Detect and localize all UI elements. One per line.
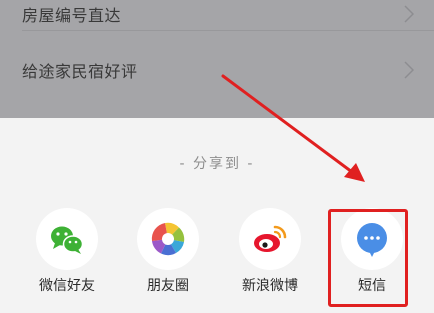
dimmed-list-background: 房屋编号直达 给途家民宿好评 <box>0 0 434 118</box>
chevron-right-icon <box>404 5 414 23</box>
share-title: - 分享到 - <box>179 156 255 172</box>
list-item-house-number[interactable]: 房屋编号直达 <box>0 0 434 40</box>
wechat-icon <box>36 208 98 270</box>
share-weibo-button[interactable]: 新浪微博 <box>225 207 315 299</box>
list-item-review[interactable]: 给途家民宿好评 <box>0 44 434 96</box>
share-target-label: 微信好友 <box>39 278 95 294</box>
sms-icon <box>341 208 403 270</box>
share-moments-button[interactable]: 朋友圈 <box>123 207 213 299</box>
share-target-label: 短信 <box>358 278 386 294</box>
screen: 房屋编号直达 给途家民宿好评 - 分享到 - 微信好友 朋友圈 新浪微博 短信 <box>0 0 434 313</box>
weibo-icon <box>239 208 301 270</box>
share-target-label: 新浪微博 <box>242 278 298 294</box>
share-target-label: 朋友圈 <box>147 278 189 294</box>
chevron-right-icon <box>404 61 414 79</box>
moments-icon <box>137 208 199 270</box>
list-item-label: 给途家民宿好评 <box>22 62 138 81</box>
share-sms-button[interactable]: 短信 <box>327 207 417 299</box>
share-sheet: - 分享到 - 微信好友 朋友圈 新浪微博 短信 <box>0 118 434 313</box>
list-item-label: 房屋编号直达 <box>22 6 122 25</box>
share-wechat-friends-button[interactable]: 微信好友 <box>22 207 112 299</box>
list-divider <box>22 30 434 31</box>
